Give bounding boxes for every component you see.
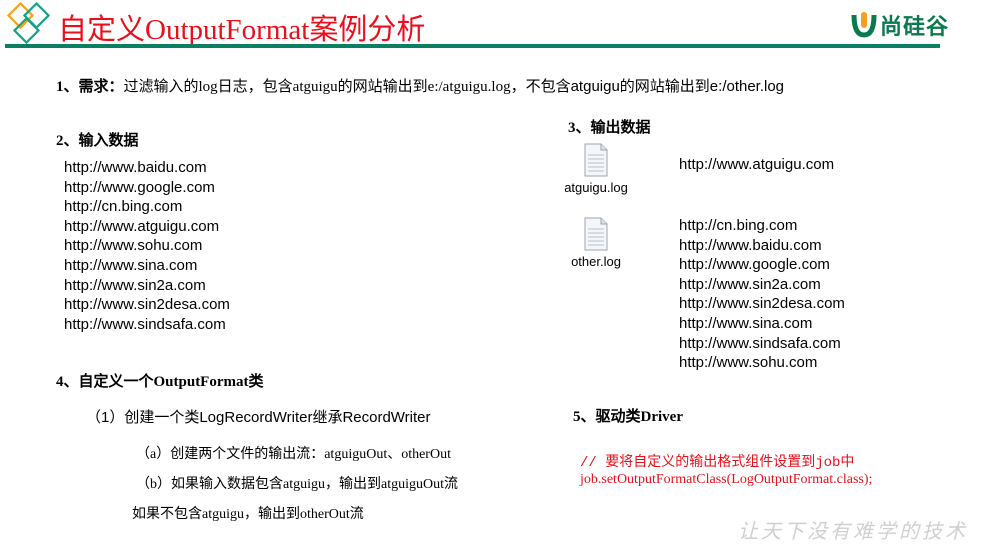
atguigu-output-list: http://www.atguigu.com: [679, 155, 834, 175]
file-name: other.log: [571, 254, 621, 269]
input-url: http://www.sin2desa.com: [64, 296, 230, 314]
footer-watermark: 让天下没有难学的技术: [738, 519, 968, 543]
output-url: http://www.sina.com: [679, 314, 813, 332]
requirement-label: 1、需求：: [56, 79, 124, 95]
output-url: http://www.sin2desa.com: [679, 295, 845, 313]
diamond-logo-icon: [6, 2, 51, 45]
text-file-icon: [584, 143, 608, 177]
input-url: http://www.sin2a.com: [64, 276, 206, 294]
input-heading: 2、输入数据: [56, 133, 139, 149]
input-url: http://www.atguigu.com: [64, 217, 220, 235]
output-url: http://cn.bing.com: [679, 217, 798, 234]
custom-format-step-b2: 如果不包含atguigu，输出到otherOut流: [132, 507, 364, 522]
custom-format-step-a: （a）创建两个文件的输出流：atguiguOut、otherOut: [136, 447, 451, 462]
input-url: http://cn.bing.com: [64, 198, 183, 216]
output-url: http://www.sohu.com: [679, 354, 818, 372]
page-title: 自定义OutputFormat案例分析: [58, 14, 426, 46]
brand-name: 尚硅谷: [880, 14, 950, 39]
header-divider: [5, 44, 940, 48]
output-url: http://www.sin2a.com: [679, 275, 821, 293]
output-url: http://www.google.com: [679, 256, 830, 274]
output-url: http://www.baidu.com: [679, 236, 822, 254]
requirement-line: 1、需求：过滤输入的log日志，包含atguigu的网站输出到e:/atguig…: [56, 75, 784, 96]
file-other-log[interactable]: other.log: [556, 217, 636, 269]
input-url-list: http://www.baidu.com http://www.google.c…: [64, 158, 230, 334]
driver-heading: 5、驱动类Driver: [573, 409, 683, 425]
custom-format-heading: 4、自定义一个OutputFormat类: [56, 374, 264, 390]
input-url: http://www.sina.com: [64, 256, 198, 274]
requirement-text-a: 过滤输入的log日志，包含atguigu的网站输出到e:/atguigu.log…: [123, 79, 526, 95]
input-url: http://www.baidu.com: [64, 159, 207, 176]
input-url: http://www.google.com: [64, 178, 215, 196]
custom-format-step-b: （b）如果输入数据包含atguigu，输出到atguiguOut流: [136, 477, 458, 492]
output-url: http://www.atguigu.com: [679, 156, 835, 173]
output-heading: 3、输出数据: [568, 120, 651, 136]
requirement-text-b: 不包含atguigu的网站输出到e:/other.log: [525, 78, 785, 95]
file-atguigu-log[interactable]: atguigu.log: [556, 143, 636, 195]
brand-logo-icon: [851, 12, 877, 38]
text-file-icon: [584, 217, 608, 251]
driver-code: job.setOutputFormatClass(LogOutputFormat…: [580, 472, 873, 487]
other-output-list: http://cn.bing.com http://www.baidu.com …: [679, 216, 845, 373]
output-url: http://www.sindsafa.com: [679, 334, 841, 352]
file-name: atguigu.log: [564, 180, 628, 195]
driver-comment: // 要将自定义的输出格式组件设置到job中: [580, 455, 855, 471]
input-url: http://www.sohu.com: [64, 237, 203, 255]
input-url: http://www.sindsafa.com: [64, 315, 226, 333]
custom-format-step1: （1）创建一个类LogRecordWriter继承RecordWriter: [86, 409, 431, 426]
